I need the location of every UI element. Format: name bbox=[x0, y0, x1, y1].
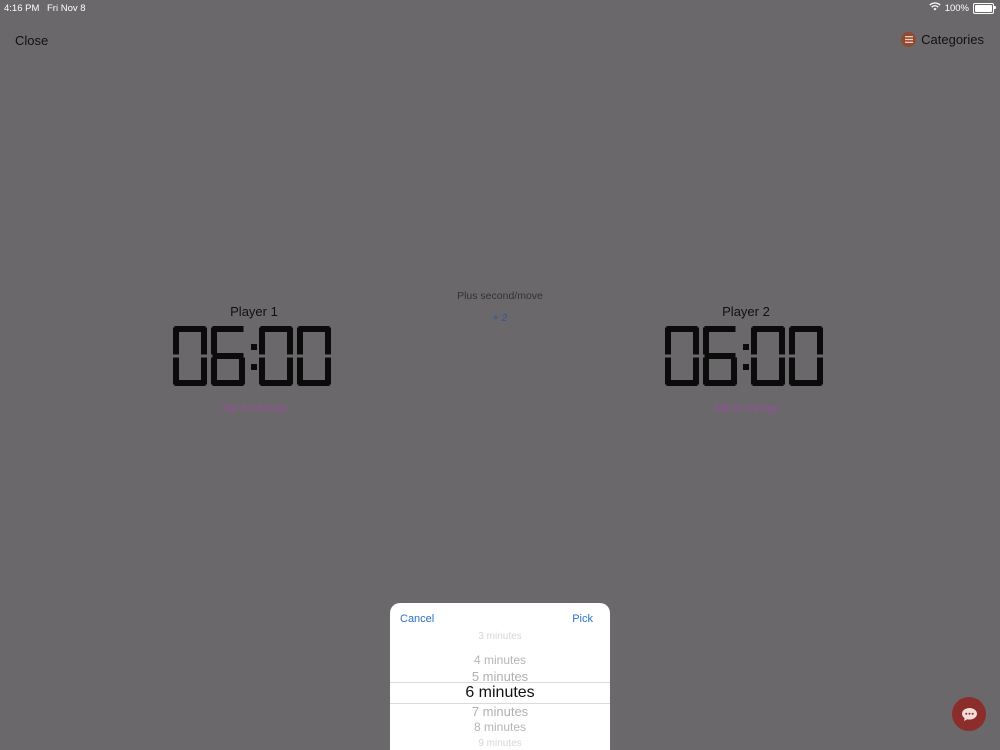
time-picker-sheet: Cancel Pick 3 minutes 4 minutes 5 minutes 6… bbox=[390, 603, 610, 750]
minutes-wheel[interactable]: 3 minutes 4 minutes 5 minutes 6 minutes 7 mi… bbox=[390, 631, 610, 750]
wifi-icon bbox=[929, 2, 941, 14]
status-right: 100% bbox=[929, 2, 996, 14]
player-2-panel: Player 2 06:00 Tap to change bbox=[651, 304, 841, 414]
player-1-time-display[interactable]: 06:00 bbox=[172, 326, 336, 388]
player-1-clock[interactable]: 06:00 bbox=[159, 325, 349, 389]
wheel-option[interactable]: 4 minutes bbox=[390, 653, 610, 667]
wheel-option[interactable]: 7 minutes bbox=[390, 704, 610, 719]
player-2-label: Player 2 bbox=[722, 304, 770, 319]
categories-label: Categories bbox=[921, 32, 984, 47]
increment-panel: Plus second/move + 2 bbox=[400, 290, 600, 324]
increment-value[interactable]: + 2 bbox=[400, 313, 600, 324]
list-icon bbox=[901, 32, 917, 47]
battery-percent: 100% bbox=[944, 2, 969, 14]
wheel-option[interactable]: 8 minutes bbox=[390, 720, 610, 734]
status-time: 4:16 PM bbox=[4, 3, 40, 14]
player-1-label: Player 1 bbox=[230, 304, 278, 319]
wheel-option[interactable]: 3 minutes bbox=[390, 631, 610, 642]
chat-button[interactable] bbox=[952, 697, 986, 731]
pick-button[interactable]: Pick bbox=[572, 613, 593, 625]
wheel-option[interactable]: 5 minutes bbox=[390, 669, 610, 684]
status-bar: 4:16 PM Fri Nov 8 100% bbox=[0, 0, 1000, 16]
player-2-change-hint[interactable]: Tap to change bbox=[651, 402, 841, 414]
player-2-time-display[interactable]: 06:00 bbox=[664, 326, 828, 388]
wheel-option[interactable]: 9 minutes bbox=[390, 738, 610, 749]
player-1-panel: Player 1 06:00 Tap to change bbox=[159, 304, 349, 414]
battery-icon bbox=[973, 2, 996, 14]
chat-bubble-icon bbox=[961, 707, 977, 721]
wheel-option-selected[interactable]: 6 minutes bbox=[390, 684, 610, 702]
player-2-clock[interactable]: 06:00 bbox=[651, 325, 841, 389]
increment-label: Plus second/move bbox=[457, 290, 543, 302]
player-1-change-hint[interactable]: Tap to change bbox=[159, 402, 349, 414]
cancel-button[interactable]: Cancel bbox=[400, 613, 434, 625]
close-button[interactable]: Close bbox=[15, 33, 48, 48]
status-date: Fri Nov 8 bbox=[47, 3, 86, 14]
categories-button[interactable]: Categories bbox=[901, 32, 984, 47]
